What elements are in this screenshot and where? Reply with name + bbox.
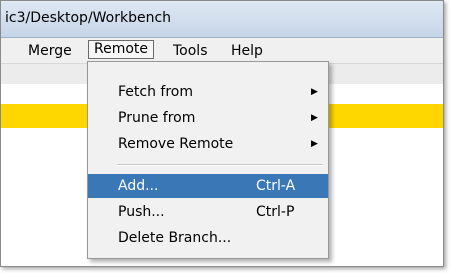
title-bar: ic3/Desktop/Workbench	[1, 1, 443, 38]
menu-bar: Merge Remote Tools Help	[1, 38, 443, 63]
menu-merge[interactable]: Merge	[28, 43, 72, 59]
menu-remote[interactable]: Remote	[88, 40, 155, 59]
menu-item-label: Push...	[118, 204, 165, 220]
menu-item-label: Fetch from	[118, 84, 193, 100]
menu-help[interactable]: Help	[231, 43, 263, 59]
menu-item-label: Add...	[118, 178, 159, 194]
menu-item-label: Prune from	[118, 110, 196, 126]
menu-item-delete-branch[interactable]: Delete Branch...	[88, 226, 328, 250]
triangle-right-icon: ▶	[311, 87, 318, 97]
window-title: ic3/Desktop/Workbench	[5, 10, 172, 26]
menu-separator	[117, 164, 323, 166]
menu-item-fetch-from[interactable]: Fetch from ▶	[88, 80, 328, 104]
triangle-right-icon: ▶	[311, 113, 318, 123]
menu-item-label: Delete Branch...	[118, 230, 232, 246]
menu-item-remove-remote[interactable]: Remove Remote ▶	[88, 132, 328, 156]
menu-item-shortcut: Ctrl-A	[256, 178, 296, 194]
triangle-right-icon: ▶	[311, 139, 318, 149]
menu-tools[interactable]: Tools	[173, 43, 208, 59]
menu-item-shortcut: Ctrl-P	[256, 204, 295, 220]
menu-item-add[interactable]: Add... Ctrl-A	[88, 174, 328, 198]
menu-item-prune-from[interactable]: Prune from ▶	[88, 106, 328, 130]
remote-menu-dropdown: Fetch from ▶ Prune from ▶ Remove Remote …	[87, 61, 329, 259]
menu-item-label: Remove Remote	[118, 136, 234, 152]
menu-item-push[interactable]: Push... Ctrl-P	[88, 200, 328, 224]
